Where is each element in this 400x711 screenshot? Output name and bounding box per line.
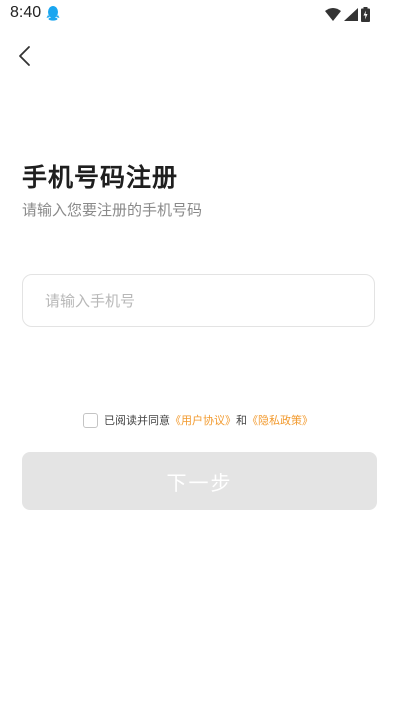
phone-field	[22, 274, 375, 327]
agreement-row: 已阅读并同意 《用户协议》 和 《隐私政策》	[83, 412, 313, 428]
user-agreement-link[interactable]: 《用户协议》	[170, 412, 236, 428]
qq-penguin-icon	[46, 5, 60, 21]
agreement-prefix: 已阅读并同意	[104, 414, 170, 427]
agreement-conjunction: 和	[236, 414, 247, 427]
back-button[interactable]	[14, 44, 38, 68]
next-button[interactable]: 下一步	[22, 452, 377, 510]
privacy-policy-link[interactable]: 《隐私政策》	[247, 412, 313, 428]
page-subtitle: 请输入您要注册的手机号码	[22, 201, 203, 219]
phone-input[interactable]	[23, 275, 374, 326]
cellular-signal-icon	[344, 7, 358, 21]
page-title: 手机号码注册	[22, 163, 179, 192]
wifi-icon	[325, 7, 341, 21]
battery-charging-icon	[361, 6, 370, 22]
status-bar: 8:40	[0, 0, 400, 28]
status-time: 8:40	[10, 4, 42, 21]
agree-checkbox[interactable]	[83, 412, 98, 428]
chevron-left-icon	[19, 46, 30, 66]
